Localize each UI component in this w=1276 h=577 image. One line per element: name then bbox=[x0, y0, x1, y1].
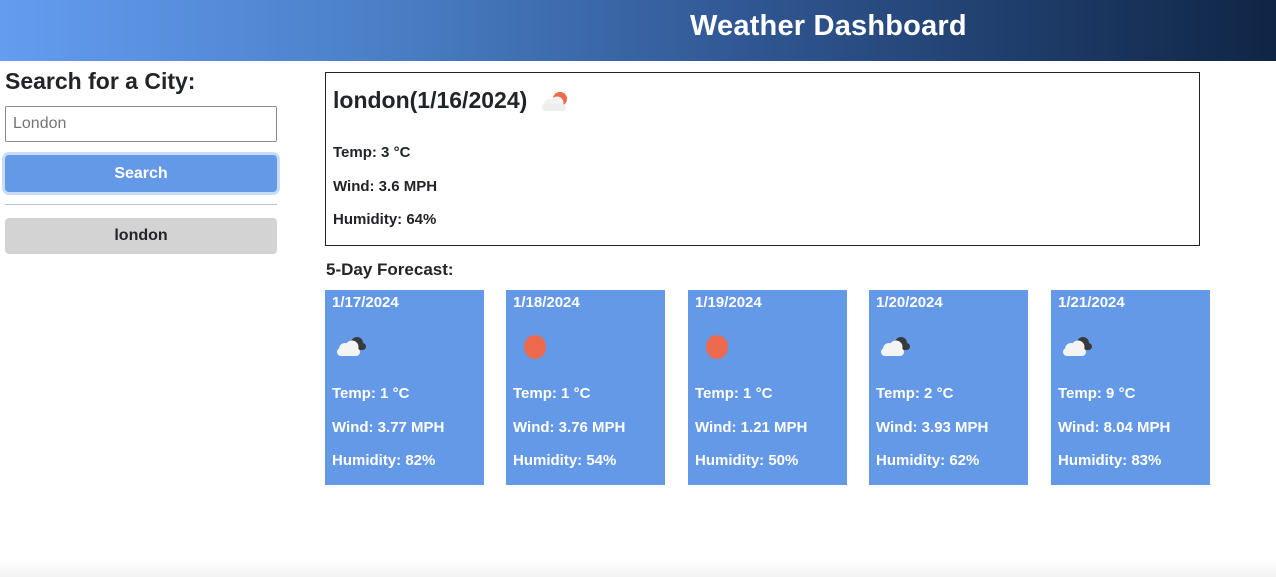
forecast-temp: Temp: 1 °C bbox=[695, 385, 773, 402]
forecast-card: 1/20/2024 Temp: 2 °C Wind: 3.93 MPH Humi… bbox=[869, 290, 1028, 485]
sidebar-divider bbox=[5, 204, 277, 205]
partly-cloudy-sun-icon bbox=[537, 88, 571, 114]
forecast-date: 1/17/2024 bbox=[332, 294, 399, 311]
forecast-humidity: Humidity: 83% bbox=[1058, 452, 1162, 469]
forecast-humidity: Humidity: 82% bbox=[332, 452, 436, 469]
forecast-wind: Wind: 3.77 MPH bbox=[332, 419, 445, 436]
current-city-title: london(1/16/2024) bbox=[333, 87, 528, 113]
forecast-wind: Wind: 1.21 MPH bbox=[695, 419, 808, 436]
forecast-temp: Temp: 2 °C bbox=[876, 385, 954, 402]
forecast-card: 1/19/2024 Temp: 1 °C Wind: 1.21 MPH Humi… bbox=[688, 290, 847, 485]
forecast-card: 1/18/2024 Temp: 1 °C Wind: 3.76 MPH Humi… bbox=[506, 290, 665, 485]
current-temp: Temp: 3 °C bbox=[333, 144, 411, 161]
cloudy-icon bbox=[333, 332, 369, 360]
forecast-heading: 5-Day Forecast: bbox=[326, 260, 454, 279]
forecast-wind: Wind: 8.04 MPH bbox=[1058, 419, 1171, 436]
forecast-wind: Wind: 3.76 MPH bbox=[513, 419, 626, 436]
forecast-date: 1/20/2024 bbox=[876, 294, 943, 311]
current-weather-panel: london(1/16/2024) Temp: 3 °C Wind: 3.6 M… bbox=[325, 72, 1200, 246]
sun-icon bbox=[514, 332, 550, 360]
forecast-date: 1/19/2024 bbox=[695, 294, 762, 311]
current-humidity: Humidity: 64% bbox=[333, 211, 437, 228]
forecast-humidity: Humidity: 54% bbox=[513, 452, 617, 469]
forecast-temp: Temp: 1 °C bbox=[513, 385, 591, 402]
forecast-card: 1/17/2024 Temp: 1 °C Wind: 3.77 MPH Humi… bbox=[325, 290, 484, 485]
page-title: Weather Dashboard bbox=[690, 10, 967, 42]
forecast-card: 1/21/2024 Temp: 9 °C Wind: 8.04 MPH Humi… bbox=[1051, 290, 1210, 485]
sun-icon bbox=[696, 332, 732, 360]
cloudy-icon bbox=[877, 332, 913, 360]
cloudy-icon bbox=[1059, 332, 1095, 360]
forecast-humidity: Humidity: 50% bbox=[695, 452, 799, 469]
forecast-date: 1/21/2024 bbox=[1058, 294, 1125, 311]
header-banner: Weather Dashboard bbox=[0, 0, 1276, 61]
forecast-date: 1/18/2024 bbox=[513, 294, 580, 311]
forecast-temp: Temp: 9 °C bbox=[1058, 385, 1136, 402]
forecast-temp: Temp: 1 °C bbox=[332, 385, 410, 402]
forecast-wind: Wind: 3.93 MPH bbox=[876, 419, 989, 436]
city-search-input[interactable] bbox=[5, 106, 277, 142]
search-heading: Search for a City: bbox=[5, 68, 196, 94]
search-button[interactable]: Search bbox=[5, 155, 277, 192]
history-item-london[interactable]: london bbox=[5, 218, 277, 254]
search-sidebar: Search for a City: Search london bbox=[5, 66, 277, 254]
bottom-shadow bbox=[0, 560, 1276, 577]
forecast-humidity: Humidity: 62% bbox=[876, 452, 980, 469]
current-wind: Wind: 3.6 MPH bbox=[333, 178, 438, 195]
